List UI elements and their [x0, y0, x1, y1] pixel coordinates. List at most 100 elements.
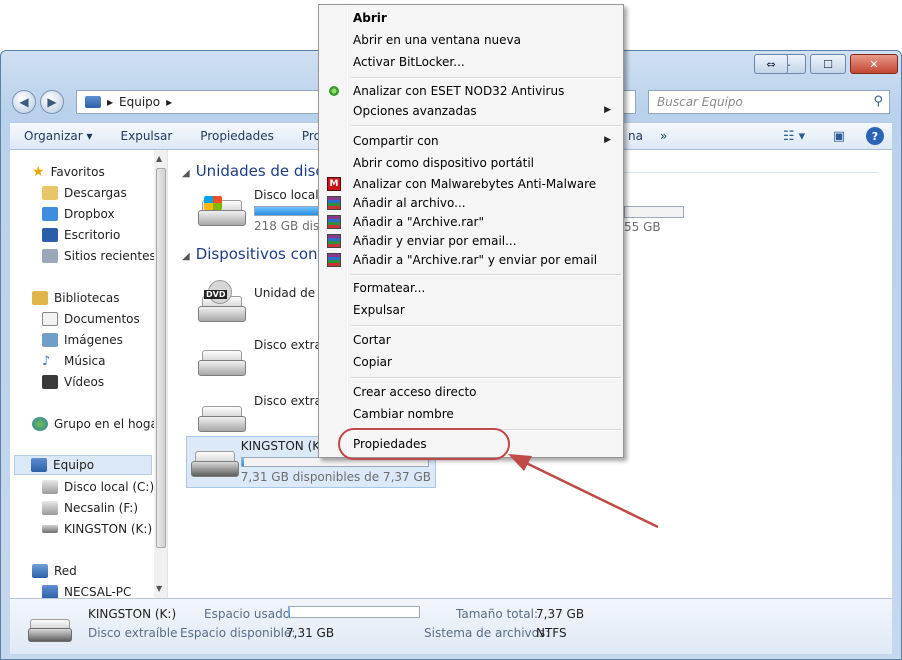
scroll-down-icon[interactable]: ▼ — [156, 584, 162, 593]
menu-item-dispositivo-portatil[interactable]: Abrir como dispositivo portátil — [321, 153, 621, 173]
back-button[interactable]: ◀ — [12, 90, 36, 114]
menu-item-abrir-ventana-nueva[interactable]: Abrir en una ventana nueva — [321, 30, 621, 50]
nav-label: Escritorio — [64, 228, 121, 242]
dvd-label: DVD — [204, 290, 228, 299]
hard-drive-icon — [42, 501, 58, 515]
nav-item-necsal-pc[interactable]: NECSAL-PC — [42, 582, 131, 598]
winrar-icon — [327, 196, 341, 210]
details-total-label: Tamaño total: — [456, 607, 538, 621]
group-header-removable[interactable]: ◢ Dispositivos con al — [182, 245, 336, 263]
nav-label: Equipo — [53, 458, 95, 472]
nav-item-necsalin[interactable]: Necsalin (F:) — [42, 498, 138, 518]
help-icon[interactable]: ? — [866, 127, 884, 145]
removable-drive-icon — [198, 400, 246, 432]
videos-icon — [42, 375, 58, 389]
details-capacity-bar — [288, 606, 420, 618]
details-fs-label: Sistema de archivos: — [424, 626, 550, 640]
menu-item-formatear[interactable]: Formatear... — [321, 278, 621, 298]
group-divider — [608, 172, 878, 173]
breadcrumb-equipo[interactable]: Equipo — [119, 95, 160, 109]
dropbox-icon — [42, 207, 58, 221]
nav-item-disco-local[interactable]: Disco local (C:) — [42, 477, 154, 497]
nav-item-descargas[interactable]: Descargas — [42, 183, 127, 203]
menu-item-copiar[interactable]: Copiar — [321, 352, 621, 372]
search-icon[interactable]: ⚲ — [873, 94, 883, 109]
nav-label: Sitios recientes — [64, 249, 156, 263]
nav-label: Documentos — [64, 312, 140, 326]
collapse-icon[interactable]: ◢ — [182, 251, 190, 262]
nav-label: Descargas — [64, 186, 127, 200]
menu-item-anadir-rar-enviar-email[interactable]: Añadir a "Archive.rar" y enviar por emai… — [321, 250, 621, 270]
details-pane: KINGSTON (K:) Disco extraíble Espacio us… — [10, 598, 892, 654]
music-icon: ♪ — [42, 353, 51, 369]
menu-item-expulsar[interactable]: Expulsar — [321, 300, 621, 320]
nav-item-documentos[interactable]: Documentos — [42, 309, 140, 329]
properties-button[interactable]: Propiedades — [186, 129, 288, 143]
menu-item-crear-acceso-directo[interactable]: Crear acceso directo — [321, 382, 621, 402]
nav-item-musica[interactable]: ♪ Música — [42, 351, 106, 371]
nav-homegroup[interactable]: Grupo en el hogar — [32, 414, 163, 434]
nav-scrollbar[interactable]: ▲ ▼ — [154, 150, 167, 598]
nav-computer[interactable]: Equipo — [14, 455, 152, 475]
collapse-icon[interactable]: ◢ — [182, 168, 190, 179]
homegroup-icon — [32, 417, 48, 431]
menu-item-opciones-avanzadas[interactable]: Opciones avanzadas ▶ — [321, 101, 621, 121]
nav-label: Música — [64, 354, 106, 368]
nav-network[interactable]: Red — [32, 561, 77, 581]
menu-item-cambiar-nombre[interactable]: Cambiar nombre — [321, 404, 621, 424]
dvd-drive-icon: DVD — [198, 280, 246, 322]
scroll-up-icon[interactable]: ▲ — [156, 154, 162, 163]
menu-item-malwarebytes[interactable]: M Analizar con Malwarebytes Anti-Malware — [321, 174, 621, 194]
menu-item-bitlocker[interactable]: Activar BitLocker... — [321, 52, 621, 72]
nav-item-imagenes[interactable]: Imágenes — [42, 330, 123, 350]
maximize-button[interactable]: ☐ — [810, 54, 846, 74]
menu-item-anadir-archive-rar[interactable]: Añadir a "Archive.rar" — [321, 212, 621, 232]
drive-free-space-partial: 55 GB — [624, 220, 661, 234]
menu-item-eset-scan[interactable]: Analizar con ESET NOD32 Antivirus — [321, 81, 621, 101]
recent-places-icon — [42, 249, 58, 263]
nav-libraries[interactable]: Bibliotecas — [32, 288, 119, 308]
preview-pane-icon[interactable]: ▣ — [830, 127, 848, 145]
context-menu: Abrir Abrir en una ventana nueva Activar… — [318, 4, 624, 458]
nav-label: Grupo en el hogar — [54, 417, 163, 431]
menu-item-abrir[interactable]: Abrir — [321, 8, 621, 28]
desktop-icon — [42, 228, 58, 242]
group-header-hdd[interactable]: ◢ Unidades de disco — [182, 162, 333, 180]
search-input[interactable]: Buscar Equipo ⚲ — [648, 90, 890, 114]
menu-item-anadir-enviar-email[interactable]: Añadir y enviar por email... — [321, 231, 621, 251]
pictures-icon — [42, 333, 58, 347]
details-free-label: Espacio disponible: — [180, 626, 296, 640]
nav-label: Favoritos — [50, 165, 105, 179]
forward-button[interactable]: ▶ — [40, 90, 64, 114]
nav-label: Necsalin (F:) — [64, 501, 139, 515]
capacity-fill — [241, 458, 244, 466]
nav-item-sitios-recientes[interactable]: Sitios recientes — [42, 246, 156, 266]
nav-label: Imágenes — [64, 333, 123, 347]
libraries-icon — [32, 291, 48, 305]
details-fs-value: NTFS — [536, 626, 567, 640]
menu-item-compartir-con[interactable]: Compartir con ▶ — [321, 131, 621, 151]
star-icon: ★ — [32, 164, 45, 180]
nav-item-escritorio[interactable]: Escritorio — [42, 225, 120, 245]
organize-button[interactable]: Organizar ▾ — [10, 129, 107, 143]
toolbar-right: ☷ ▾ ▣ ? — [776, 127, 884, 145]
menu-item-anadir-archivo[interactable]: Añadir al archivo... — [321, 193, 621, 213]
removable-drive-icon — [28, 617, 72, 643]
breadcrumb-arrow[interactable]: ▸ — [107, 95, 113, 109]
close-button[interactable]: ✕ — [850, 54, 898, 74]
more-commands-button[interactable]: » — [646, 129, 681, 143]
winrar-icon — [327, 253, 341, 267]
views-icon[interactable]: ☷ ▾ — [776, 127, 812, 145]
nav-label: Bibliotecas — [54, 291, 120, 305]
nav-item-kingston[interactable]: KINGSTON (K:) — [42, 519, 152, 539]
eject-button[interactable]: Expulsar — [107, 129, 187, 143]
nav-item-videos[interactable]: Vídeos — [42, 372, 104, 392]
snap-icon[interactable]: ⇔ — [754, 54, 788, 74]
nav-item-dropbox[interactable]: Dropbox — [42, 204, 115, 224]
nav-favorites[interactable]: ★ Favoritos — [32, 162, 105, 182]
breadcrumb-arrow[interactable]: ▸ — [166, 95, 172, 109]
nav-label: Red — [54, 564, 77, 578]
menu-item-cortar[interactable]: Cortar — [321, 330, 621, 350]
caption-buttons: ⇔ – ☐ ✕ — [754, 54, 898, 74]
scroll-thumb[interactable] — [156, 168, 166, 548]
